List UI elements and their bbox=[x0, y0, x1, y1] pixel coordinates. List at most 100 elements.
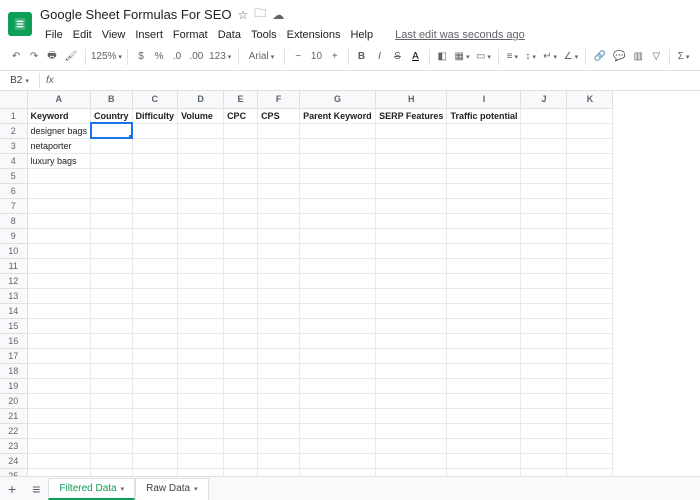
text-color-button[interactable]: A bbox=[408, 48, 424, 65]
cloud-status-icon[interactable]: ☁ bbox=[272, 8, 284, 22]
row-header[interactable]: 15 bbox=[0, 318, 27, 333]
cell[interactable] bbox=[258, 318, 300, 333]
sheet-tab-menu-icon[interactable]: ▾ bbox=[194, 486, 198, 493]
row-header[interactable]: 3 bbox=[0, 138, 27, 153]
rotate-icon[interactable]: ∠ bbox=[561, 48, 580, 65]
cell[interactable] bbox=[376, 153, 447, 168]
cell[interactable] bbox=[258, 198, 300, 213]
cell[interactable] bbox=[447, 453, 521, 468]
cell[interactable] bbox=[132, 393, 178, 408]
cell[interactable] bbox=[300, 153, 376, 168]
cell[interactable] bbox=[567, 273, 613, 288]
menu-tools[interactable]: Tools bbox=[246, 27, 282, 43]
cell[interactable] bbox=[567, 213, 613, 228]
cell[interactable] bbox=[132, 183, 178, 198]
last-edit-link[interactable]: Last edit was seconds ago bbox=[390, 27, 530, 43]
cell[interactable] bbox=[91, 378, 133, 393]
cell[interactable] bbox=[224, 243, 258, 258]
cell[interactable] bbox=[178, 303, 224, 318]
row-header[interactable]: 24 bbox=[0, 453, 27, 468]
cell[interactable] bbox=[224, 423, 258, 438]
cell[interactable] bbox=[567, 138, 613, 153]
cell[interactable] bbox=[27, 333, 91, 348]
row-header[interactable]: 5 bbox=[0, 168, 27, 183]
cell[interactable] bbox=[376, 318, 447, 333]
cell[interactable] bbox=[224, 318, 258, 333]
cell[interactable] bbox=[27, 363, 91, 378]
cell[interactable] bbox=[224, 138, 258, 153]
fill-color-icon[interactable]: ◧ bbox=[434, 48, 450, 65]
comment-icon[interactable]: 💬 bbox=[611, 48, 629, 65]
cell[interactable] bbox=[376, 123, 447, 138]
format-percent-button[interactable]: % bbox=[151, 48, 167, 65]
number-format-select[interactable]: 123 bbox=[208, 48, 233, 65]
cell[interactable] bbox=[300, 423, 376, 438]
column-header[interactable]: F bbox=[258, 91, 300, 108]
cell[interactable] bbox=[132, 258, 178, 273]
cell[interactable] bbox=[521, 393, 567, 408]
cell[interactable] bbox=[224, 213, 258, 228]
cell[interactable] bbox=[521, 333, 567, 348]
cell[interactable] bbox=[376, 258, 447, 273]
cell[interactable] bbox=[300, 198, 376, 213]
cell[interactable] bbox=[27, 168, 91, 183]
cell[interactable] bbox=[300, 348, 376, 363]
cell[interactable] bbox=[567, 258, 613, 273]
cell[interactable] bbox=[91, 168, 133, 183]
cell[interactable] bbox=[178, 363, 224, 378]
cell[interactable] bbox=[521, 408, 567, 423]
cell[interactable] bbox=[376, 453, 447, 468]
cell[interactable] bbox=[27, 213, 91, 228]
cell[interactable] bbox=[521, 108, 567, 123]
cell[interactable] bbox=[521, 228, 567, 243]
cell[interactable] bbox=[224, 198, 258, 213]
add-sheet-button[interactable]: + bbox=[0, 481, 24, 497]
cell[interactable] bbox=[258, 258, 300, 273]
font-size-decrease[interactable]: − bbox=[290, 48, 306, 65]
column-header[interactable]: I bbox=[447, 91, 521, 108]
cell[interactable] bbox=[447, 123, 521, 138]
v-align-icon[interactable]: ↕ bbox=[523, 48, 539, 65]
cell[interactable] bbox=[521, 318, 567, 333]
cell[interactable] bbox=[27, 243, 91, 258]
menu-help[interactable]: Help bbox=[345, 27, 378, 43]
cell[interactable] bbox=[91, 408, 133, 423]
sheet-tab[interactable]: Raw Data▾ bbox=[135, 478, 208, 500]
cell[interactable] bbox=[300, 288, 376, 303]
cell[interactable] bbox=[132, 288, 178, 303]
cell[interactable] bbox=[258, 138, 300, 153]
cell[interactable]: SERP Features bbox=[376, 108, 447, 123]
cell[interactable] bbox=[521, 438, 567, 453]
cell[interactable] bbox=[521, 348, 567, 363]
row-header[interactable]: 20 bbox=[0, 393, 27, 408]
menu-insert[interactable]: Insert bbox=[130, 27, 168, 43]
cell[interactable] bbox=[300, 228, 376, 243]
cell[interactable] bbox=[567, 153, 613, 168]
chart-icon[interactable]: ▥ bbox=[630, 48, 646, 65]
cell[interactable] bbox=[376, 408, 447, 423]
cell[interactable] bbox=[178, 453, 224, 468]
merge-icon[interactable]: ▭ bbox=[474, 48, 493, 65]
cell[interactable] bbox=[224, 363, 258, 378]
row-header[interactable]: 19 bbox=[0, 378, 27, 393]
cell[interactable] bbox=[178, 378, 224, 393]
cell[interactable] bbox=[567, 183, 613, 198]
menu-format[interactable]: Format bbox=[168, 27, 213, 43]
cell[interactable] bbox=[300, 258, 376, 273]
cell[interactable] bbox=[447, 438, 521, 453]
cell[interactable]: Traffic potential bbox=[447, 108, 521, 123]
column-header[interactable]: K bbox=[567, 91, 613, 108]
cell[interactable] bbox=[447, 333, 521, 348]
sheet-tab[interactable]: Filtered Data▾ bbox=[48, 478, 135, 500]
cell[interactable] bbox=[27, 453, 91, 468]
cell[interactable] bbox=[300, 363, 376, 378]
cell[interactable] bbox=[376, 183, 447, 198]
row-header[interactable]: 17 bbox=[0, 348, 27, 363]
cell[interactable] bbox=[300, 408, 376, 423]
cell[interactable]: Volume bbox=[178, 108, 224, 123]
cell[interactable] bbox=[567, 108, 613, 123]
cell[interactable] bbox=[27, 183, 91, 198]
cell[interactable] bbox=[300, 453, 376, 468]
cell[interactable] bbox=[376, 243, 447, 258]
cell[interactable] bbox=[521, 243, 567, 258]
